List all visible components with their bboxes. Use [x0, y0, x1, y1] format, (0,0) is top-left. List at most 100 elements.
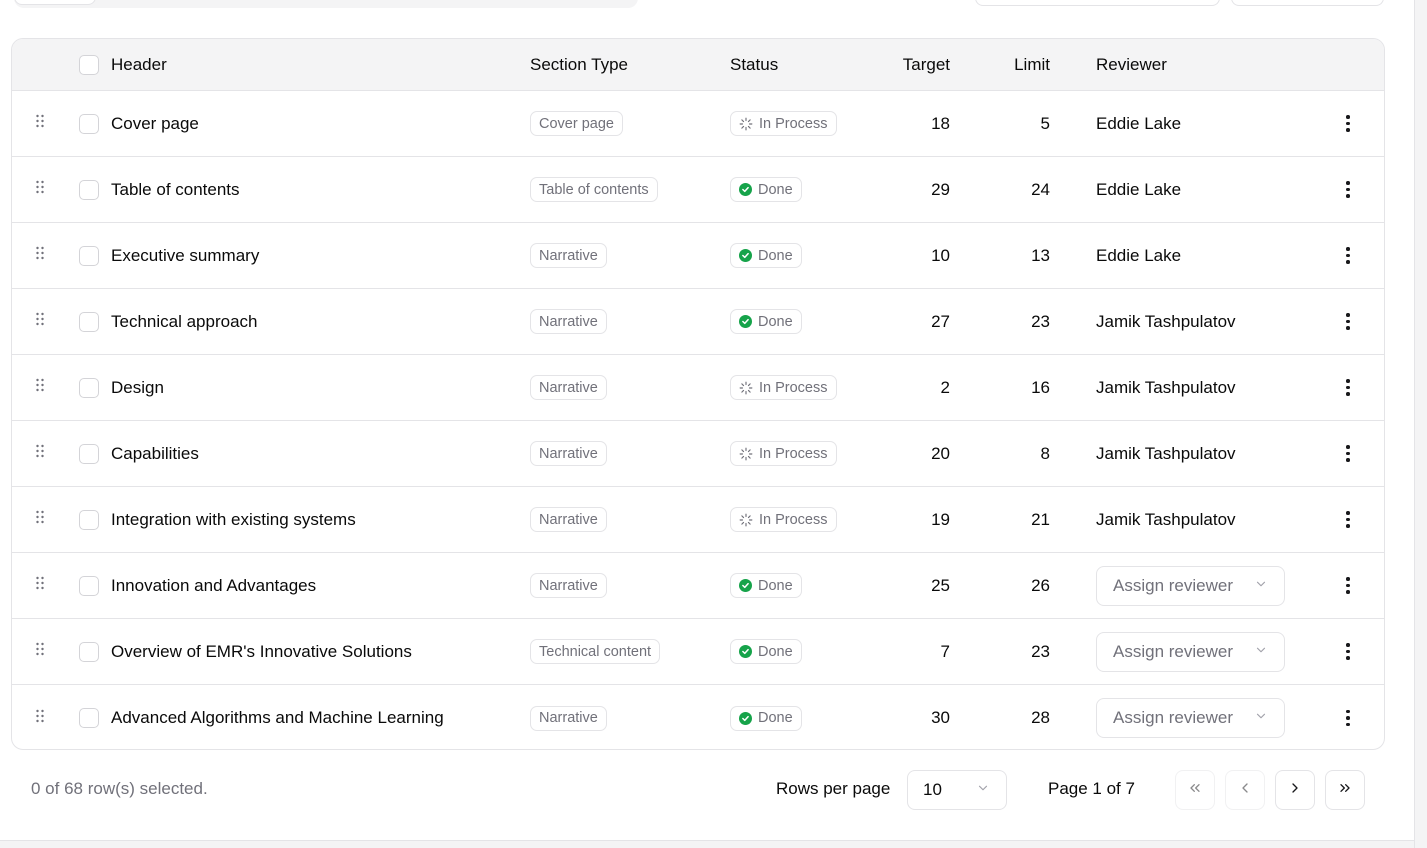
sections-table: Header Section Type Status Target Limit … — [11, 38, 1385, 750]
row-header: Advanced Algorithms and Machine Learning — [111, 708, 444, 727]
row-checkbox[interactable] — [79, 575, 99, 596]
rows-per-page-select[interactable]: 10 — [907, 770, 1007, 810]
chevron-right-icon — [1287, 780, 1303, 801]
limit-value[interactable]: 5 — [972, 91, 1050, 156]
target-value[interactable]: 2 — [872, 355, 950, 420]
column-header-target[interactable]: Target — [872, 39, 950, 90]
status-label: In Process — [759, 445, 828, 462]
rows-per-page-label: Rows per page — [776, 779, 891, 798]
search-bar-edge[interactable] — [14, 0, 638, 8]
table-body: Cover page Cover page In Process 18 5 Eddie L… — [12, 91, 1384, 749]
limit-value[interactable]: 23 — [972, 289, 1050, 354]
limit-value[interactable]: 21 — [972, 487, 1050, 552]
next-page-button[interactable] — [1275, 770, 1315, 810]
limit-value[interactable]: 24 — [972, 157, 1050, 222]
reviewer-name: Eddie Lake — [1096, 245, 1182, 265]
toolbar-button-edge[interactable] — [975, 0, 1220, 6]
target-value[interactable]: 10 — [872, 223, 950, 288]
row-header: Innovation and Advantages — [111, 575, 317, 595]
row-checkbox[interactable] — [79, 509, 99, 530]
drag-handle[interactable] — [30, 553, 50, 618]
column-header-header[interactable]: Header — [111, 39, 167, 90]
target-value[interactable]: 30 — [872, 685, 950, 749]
filter-chip-edge[interactable] — [14, 0, 96, 5]
section-type-badge: Narrative — [530, 243, 607, 268]
toolbar-button-edge[interactable] — [1231, 0, 1384, 6]
table-row: Overview of EMR's Innovative Solutions Te… — [12, 619, 1384, 685]
drag-handle[interactable] — [30, 619, 50, 684]
target-value[interactable]: 29 — [872, 157, 950, 222]
row-checkbox[interactable] — [79, 641, 99, 662]
drag-handle[interactable] — [30, 223, 50, 288]
limit-value[interactable]: 26 — [972, 553, 1050, 618]
target-value[interactable]: 25 — [872, 553, 950, 618]
row-actions-button[interactable] — [1336, 619, 1360, 684]
grip-vertical-icon — [35, 114, 45, 133]
status-badge: In Process — [730, 507, 837, 532]
row-checkbox[interactable] — [79, 377, 99, 398]
column-header-section-type[interactable]: Section Type — [530, 39, 628, 90]
limit-value[interactable]: 8 — [972, 421, 1050, 486]
row-actions-button[interactable] — [1336, 553, 1360, 618]
more-vertical-icon — [1346, 709, 1350, 727]
target-value[interactable]: 27 — [872, 289, 950, 354]
limit-value[interactable]: 28 — [972, 685, 1050, 749]
assign-reviewer-select[interactable]: Assign reviewer — [1096, 631, 1285, 672]
page-indicator: Page 1 of 7 — [1048, 779, 1135, 798]
drag-handle[interactable] — [30, 157, 50, 222]
grip-vertical-icon — [35, 576, 45, 595]
section-type-badge: Narrative — [530, 705, 607, 731]
more-vertical-icon — [1346, 247, 1350, 264]
limit-value[interactable]: 23 — [972, 619, 1050, 684]
check-circle-icon — [739, 579, 752, 592]
limit-value[interactable]: 16 — [972, 355, 1050, 420]
limit-value[interactable]: 13 — [972, 223, 1050, 288]
row-checkbox[interactable] — [79, 708, 99, 728]
drag-handle[interactable] — [30, 91, 50, 156]
target-value[interactable]: 7 — [872, 619, 950, 684]
row-actions-button[interactable] — [1336, 157, 1360, 222]
assign-reviewer-select[interactable]: Assign reviewer — [1096, 565, 1285, 606]
column-header-reviewer[interactable]: Reviewer — [1096, 39, 1167, 90]
status-label: Done — [758, 710, 793, 726]
status-label: Done — [758, 577, 793, 594]
column-header-limit[interactable]: Limit — [972, 39, 1050, 90]
assign-reviewer-select[interactable]: Assign reviewer — [1096, 698, 1285, 738]
row-actions-button[interactable] — [1336, 91, 1360, 156]
drag-handle[interactable] — [30, 421, 50, 486]
target-value[interactable]: 20 — [872, 421, 950, 486]
row-checkbox[interactable] — [79, 179, 99, 200]
assign-reviewer-placeholder: Assign reviewer — [1113, 641, 1233, 661]
row-checkbox[interactable] — [79, 311, 99, 332]
select-all-checkbox[interactable] — [79, 54, 99, 75]
first-page-button[interactable] — [1175, 770, 1215, 810]
column-header-status[interactable]: Status — [730, 39, 778, 90]
row-checkbox[interactable] — [79, 443, 99, 464]
row-actions-button[interactable] — [1336, 685, 1360, 749]
row-actions-button[interactable] — [1336, 355, 1360, 420]
row-actions-button[interactable] — [1336, 487, 1360, 552]
status-label: In Process — [759, 379, 828, 396]
drag-handle[interactable] — [30, 355, 50, 420]
row-checkbox[interactable] — [79, 245, 99, 266]
status-label: Done — [758, 313, 793, 330]
panel-edge — [1414, 0, 1427, 848]
table-row: Advanced Algorithms and Machine Learning… — [12, 685, 1384, 749]
drag-handle[interactable] — [30, 289, 50, 354]
row-actions-button[interactable] — [1336, 223, 1360, 288]
row-checkbox[interactable] — [79, 113, 99, 134]
drag-handle[interactable] — [30, 487, 50, 552]
drag-handle[interactable] — [30, 685, 50, 749]
row-header: Design — [111, 377, 164, 397]
loader-icon — [739, 447, 753, 461]
target-value[interactable]: 18 — [872, 91, 950, 156]
previous-page-button[interactable] — [1225, 770, 1265, 810]
table-row: Table of contents Table of contents Done 29… — [12, 157, 1384, 223]
target-value[interactable]: 19 — [872, 487, 950, 552]
last-page-button[interactable] — [1325, 770, 1365, 810]
more-vertical-icon — [1346, 643, 1350, 660]
row-actions-button[interactable] — [1336, 421, 1360, 486]
status-label: Done — [758, 643, 793, 660]
loader-icon — [739, 117, 753, 131]
row-actions-button[interactable] — [1336, 289, 1360, 354]
